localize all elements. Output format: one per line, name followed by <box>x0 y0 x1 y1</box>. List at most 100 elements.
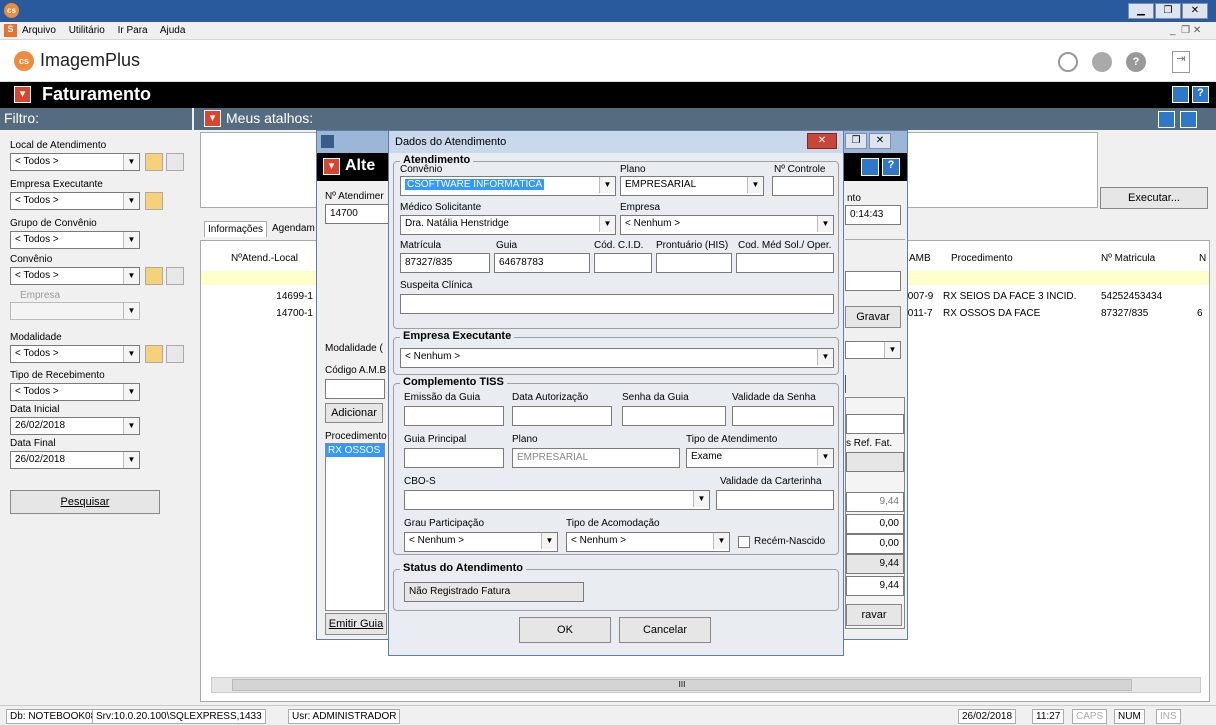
emissao-input[interactable] <box>404 406 504 426</box>
row1-proc[interactable]: RX SEIOS DA FACE 3 INCID. <box>943 291 1076 302</box>
empresa-executante-value: < Nenhum > <box>405 351 461 362</box>
horizontal-scrollbar[interactable]: III <box>211 677 1201 693</box>
convenio-select[interactable]: CSOFTWARE INFORMÁTICA ▼ <box>400 176 616 196</box>
alt-time-input[interactable]: 0:14:43 <box>845 205 901 225</box>
alt-close-button[interactable]: ✕ <box>869 133 891 149</box>
ncontrole-input[interactable] <box>772 176 834 196</box>
lightning-icon[interactable] <box>145 345 163 363</box>
tab-informacoes[interactable]: Informações <box>204 221 268 237</box>
local-select[interactable]: < Todos > ▼ <box>10 153 140 171</box>
menu-arquivo[interactable]: Arquivo <box>22 25 56 36</box>
suspeita-input[interactable] <box>400 294 834 314</box>
data-inicial-input[interactable]: 26/02/2018 ▼ <box>10 417 140 435</box>
exit-icon[interactable]: ⇥ <box>1172 51 1190 73</box>
row2-amb[interactable]: .011-7 <box>905 308 933 319</box>
alt-time-label: nto <box>847 193 861 204</box>
grupo-select[interactable]: < Todos > ▼ <box>10 231 140 249</box>
alt-modalidade-select[interactable]: ▼ <box>845 341 901 359</box>
guia-principal-input[interactable] <box>404 448 504 468</box>
pesquisar-button[interactable]: Pesquisar <box>10 490 160 514</box>
row1-mat[interactable]: 54252453434 <box>1101 291 1162 302</box>
chevron-down-icon: ▼ <box>123 193 139 209</box>
list-icon[interactable] <box>166 153 184 171</box>
convenio-select[interactable]: < Todos > ▼ <box>10 267 140 285</box>
emitir-guia-button[interactable]: Emitir Guia <box>325 613 387 635</box>
atalhos-minimize-icon[interactable] <box>1180 111 1197 128</box>
alt-info-icon[interactable] <box>861 158 879 176</box>
header-help-icon[interactable]: ? <box>1192 86 1209 103</box>
validade-senha-input[interactable] <box>732 406 834 426</box>
executar-button[interactable]: Executar... <box>1100 187 1208 209</box>
empresa-exec-select[interactable]: < Todos > ▼ <box>10 192 140 210</box>
alt-atend-input[interactable]: 14700 <box>325 204 391 224</box>
help-icon[interactable]: ? <box>1126 52 1146 72</box>
menu-ir-para[interactable]: Ir Para <box>118 25 148 36</box>
gravar-button-2[interactable]: ravar <box>846 604 902 626</box>
tipo-atend-select[interactable]: Exame ▼ <box>686 448 834 468</box>
close-window-button[interactable]: ✕ <box>1182 3 1208 19</box>
menu-ajuda[interactable]: Ajuda <box>160 25 186 36</box>
codmed-input[interactable] <box>736 253 834 273</box>
alt-value-3[interactable]: 0,00 <box>846 534 904 554</box>
alt-procedimento-list[interactable]: RX OSSOS <box>325 443 385 611</box>
row1-amb[interactable]: .007-9 <box>905 291 933 302</box>
empresa-select[interactable]: < Nenhum > ▼ <box>620 215 834 235</box>
acomod-select[interactable]: < Nenhum > ▼ <box>566 532 730 552</box>
list-icon[interactable] <box>166 267 184 285</box>
guia-input[interactable]: 64678783 <box>494 253 590 273</box>
tiporec-select[interactable]: < Todos > ▼ <box>10 383 140 401</box>
cancelar-button[interactable]: Cancelar <box>619 617 711 643</box>
atalhos-grid-icon[interactable] <box>1158 111 1175 128</box>
alt-title: Alte <box>345 157 376 174</box>
alt-procedimento-selected[interactable]: RX OSSOS <box>326 444 384 457</box>
alt-value-2[interactable]: 0,00 <box>846 514 904 534</box>
senha-input[interactable] <box>622 406 726 426</box>
lightning-icon[interactable] <box>145 267 163 285</box>
alt-modalidade-label: Modalidade ( <box>325 343 383 354</box>
lightning-icon[interactable] <box>145 153 163 171</box>
data-aut-label: Data Autorização <box>512 392 589 403</box>
adicionar-button[interactable]: Adicionar <box>325 403 383 423</box>
lightning-icon[interactable] <box>145 192 163 210</box>
alt-right-input-1[interactable] <box>845 271 901 291</box>
alt-codigo-input[interactable] <box>325 379 385 399</box>
data-final-input[interactable]: 26/02/2018 ▼ <box>10 451 140 469</box>
cbo-select[interactable]: ▼ <box>404 490 710 510</box>
alt-help-icon[interactable]: ? <box>882 158 900 176</box>
plano-select[interactable]: EMPRESARIAL ▼ <box>620 176 764 196</box>
alt-values-input-top[interactable] <box>846 414 904 434</box>
recem-nascido-checkbox[interactable] <box>738 536 750 548</box>
data-aut-input[interactable] <box>512 406 612 426</box>
user-support-icon[interactable] <box>1092 52 1112 72</box>
row2-atend[interactable]: 14700-1 <box>261 308 313 319</box>
mdi-controls[interactable]: _ ❐ ✕ <box>1170 25 1201 36</box>
alt-maximize-button[interactable]: ❐ <box>845 133 867 149</box>
validade-cart-input[interactable] <box>716 490 834 510</box>
minimize-window-button[interactable]: ▁ <box>1128 3 1154 19</box>
cid-input[interactable] <box>594 253 652 273</box>
dialog-close-button[interactable]: ✕ <box>807 133 837 149</box>
list-icon[interactable] <box>166 345 184 363</box>
medico-select[interactable]: Dra. Natália Henstridge ▼ <box>400 215 616 235</box>
data-final-value: 26/02/2018 <box>15 454 66 465</box>
restore-window-button[interactable]: ❐ <box>1155 3 1181 19</box>
ok-button[interactable]: OK <box>519 617 611 643</box>
tab-agendamento[interactable]: Agendam <box>272 223 315 234</box>
alt-value-5[interactable]: 9,44 <box>846 576 904 596</box>
header-info-icon[interactable] <box>1172 86 1189 103</box>
prontuario-input[interactable] <box>656 253 732 273</box>
row2-extra[interactable]: 6 <box>1197 308 1203 319</box>
gravar-button[interactable]: Gravar <box>845 306 901 328</box>
row2-mat[interactable]: 87327/835 <box>1101 308 1148 319</box>
empresa-executante-select[interactable]: < Nenhum > ▼ <box>400 348 834 368</box>
matricula-input[interactable]: 87327/835 <box>400 253 490 273</box>
row1-atend[interactable]: 14699-1 <box>261 291 313 302</box>
menu-utilitario[interactable]: Utilitário <box>69 25 105 36</box>
grau-select[interactable]: < Nenhum > ▼ <box>404 532 558 552</box>
modalidade-select[interactable]: < Todos > ▼ <box>10 345 140 363</box>
row2-proc[interactable]: RX OSSOS DA FACE <box>943 308 1040 319</box>
local-label: Local de Atendimento <box>10 140 107 151</box>
scroll-thumb[interactable]: III <box>232 679 1132 691</box>
alt-window-icon <box>321 135 334 148</box>
globe-icon[interactable] <box>1058 52 1078 72</box>
